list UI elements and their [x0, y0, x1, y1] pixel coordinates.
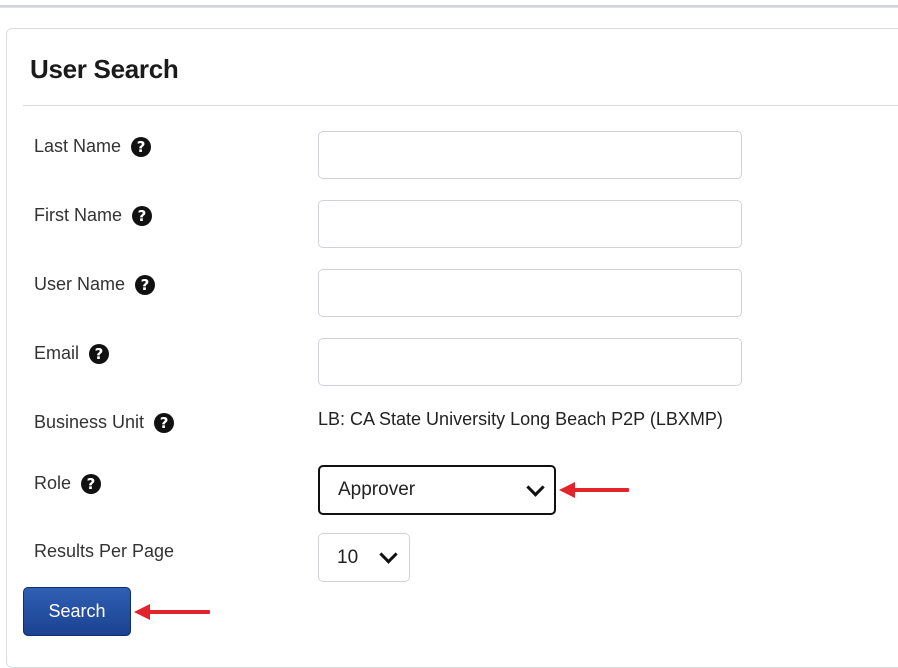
role-select[interactable]: Approver [318, 465, 556, 515]
results-per-page-label: Results Per Page [34, 541, 174, 562]
last-name-help-icon[interactable]: ? [131, 136, 152, 157]
title-divider [23, 105, 898, 106]
business-unit-label: Business Unit ? [34, 412, 175, 433]
last-name-label: Last Name ? [34, 136, 152, 157]
user-name-label-text: User Name [34, 274, 126, 294]
user-name-label: User Name ? [34, 274, 156, 295]
first-name-help-icon[interactable]: ? [132, 205, 153, 226]
results-per-page-label-text: Results Per Page [34, 541, 175, 561]
top-divider [0, 0, 898, 8]
first-name-label-text: First Name [34, 205, 123, 225]
results-per-page-selected-value: 10 [337, 546, 359, 568]
last-name-label-text: Last Name [34, 136, 122, 156]
business-unit-value: LB: CA State University Long Beach P2P (… [318, 409, 723, 429]
role-label-text: Role [34, 473, 72, 493]
red-arrow-icon [559, 482, 629, 498]
user-name-help-icon[interactable]: ? [135, 274, 156, 295]
business-unit-label-text: Business Unit [34, 412, 145, 432]
first-name-input[interactable] [318, 200, 742, 248]
email-label-text: Email [34, 343, 80, 363]
email-label: Email ? [34, 343, 110, 364]
role-label: Role ? [34, 473, 102, 494]
red-arrow-icon [134, 604, 210, 620]
chevron-down-icon [379, 545, 398, 564]
email-input[interactable] [318, 338, 742, 386]
email-help-icon[interactable]: ? [89, 343, 110, 364]
role-help-icon[interactable]: ? [81, 473, 102, 494]
role-selected-value: Approver [338, 479, 416, 500]
last-name-input[interactable] [318, 131, 742, 179]
chevron-down-icon [526, 477, 545, 497]
business-unit-help-icon[interactable]: ? [154, 412, 175, 433]
page-title: User Search [30, 54, 179, 84]
user-name-input[interactable] [318, 269, 742, 317]
search-button[interactable]: Search [23, 587, 131, 636]
first-name-label: First Name ? [34, 205, 153, 226]
results-per-page-select[interactable]: 10 [318, 533, 410, 582]
